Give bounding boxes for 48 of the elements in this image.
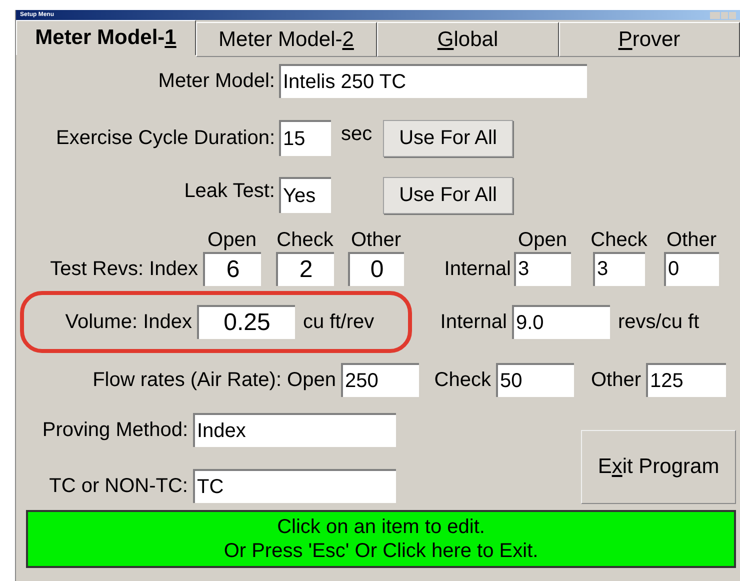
input-field[interactable]: 125	[646, 363, 726, 397]
column-header: Check	[590, 229, 648, 251]
input-field[interactable]: 2	[276, 252, 334, 286]
field-label: Check	[433, 368, 492, 393]
input-field[interactable]: 6	[203, 252, 261, 286]
column-header: Open	[517, 229, 568, 251]
field-label: Other	[590, 368, 642, 393]
input-field[interactable]: 0	[348, 252, 404, 286]
field-label: Leak Test:	[183, 179, 276, 204]
tab[interactable]: Prover	[558, 22, 740, 57]
status-text: Or Press 'Esc' Or Click here to Exit.	[224, 539, 538, 563]
field-label: sec	[341, 122, 374, 147]
input-field[interactable]: 0	[664, 252, 719, 286]
input-field[interactable]: 3	[593, 252, 645, 286]
input-field[interactable]: Yes	[279, 177, 331, 213]
use-for-all-button[interactable]: Use For All	[383, 120, 513, 156]
column-header: Other	[665, 229, 718, 251]
input-field[interactable]: 0.25	[197, 305, 295, 339]
column-header: Other	[350, 229, 402, 251]
field-label: TC or NON-TC:	[48, 474, 189, 499]
status-text: Click on an item to edit.	[277, 515, 485, 539]
window-controls-icon[interactable]	[710, 12, 736, 18]
input-field[interactable]: 9.0	[512, 305, 610, 339]
column-header: Open	[206, 229, 258, 251]
field-label: Internal	[439, 310, 507, 335]
input-field[interactable]: 3	[514, 252, 571, 286]
input-field[interactable]: 250	[341, 363, 419, 397]
tab[interactable]: Meter Model-1	[16, 20, 196, 55]
tab[interactable]: Meter Model-2	[196, 22, 377, 57]
input-field[interactable]: TC	[193, 469, 396, 503]
exit-program-button[interactable]: Exit Program	[581, 430, 736, 504]
tab[interactable]: Global	[377, 22, 558, 57]
use-for-all-button[interactable]: Use For All	[383, 176, 513, 214]
field-label: Test Revs: Index	[49, 256, 198, 282]
field-label: Exercise Cycle Duration:	[55, 126, 276, 151]
field-label: Flow rates (Air Rate): Open	[92, 368, 337, 393]
field-label: Internal	[443, 256, 511, 282]
field-label: Proving Method:	[41, 418, 189, 443]
field-label: Volume: Index	[64, 310, 192, 335]
column-header: Check	[276, 229, 334, 251]
field-label: revs/cu ft	[618, 310, 700, 335]
field-label: cu ft/rev	[303, 310, 374, 335]
input-field[interactable]: Index	[193, 413, 396, 447]
input-field[interactable]: Intelis 250 TC	[279, 64, 587, 98]
field-label: Meter Model:	[157, 69, 276, 94]
input-field[interactable]: 50	[496, 363, 574, 397]
input-field[interactable]: 15	[279, 120, 331, 156]
status-banner[interactable]: Click on an item to edit. Or Press 'Esc' Or Click here to Exit.	[26, 510, 736, 568]
